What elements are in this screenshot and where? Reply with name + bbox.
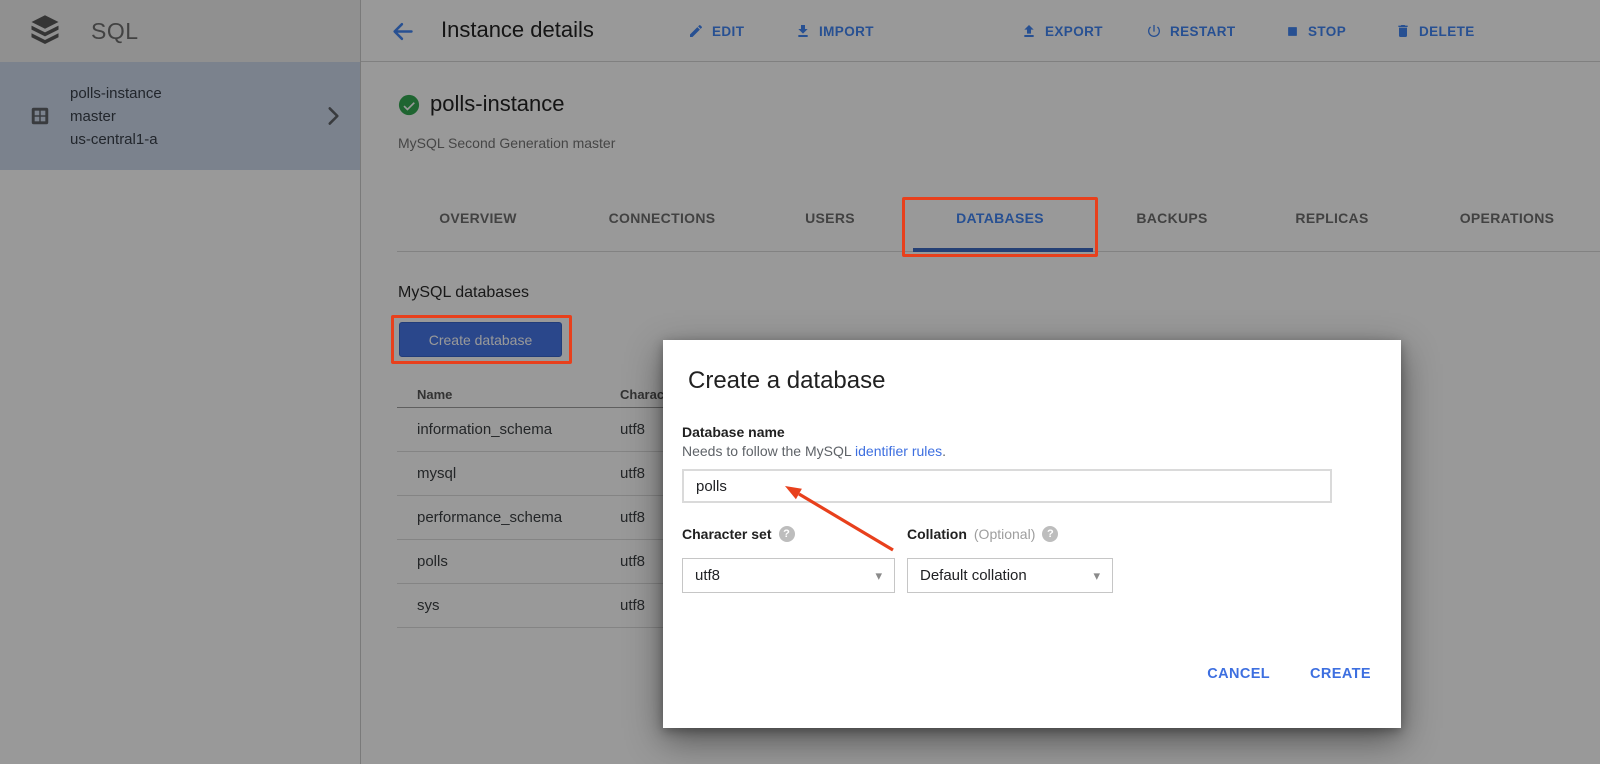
collation-help-icon[interactable]: ?: [1042, 526, 1058, 542]
dialog-actions: CANCEL CREATE: [1207, 666, 1371, 682]
annotation-arrow: [770, 478, 905, 560]
dropdown-arrow-icon: ▾: [875, 568, 882, 584]
database-name-label: Database name: [682, 424, 785, 440]
create-button[interactable]: CREATE: [1310, 666, 1371, 682]
dropdown-arrow-icon: ▾: [1093, 568, 1100, 584]
charset-select[interactable]: utf8 ▾: [682, 558, 895, 593]
identifier-rules-link[interactable]: identifier rules: [855, 443, 942, 459]
collation-optional-note: (Optional): [974, 526, 1035, 542]
cancel-button[interactable]: CANCEL: [1207, 666, 1270, 682]
collation-label: Collation: [907, 526, 967, 542]
annotation-box-create-database: [391, 315, 572, 364]
collation-label-row: Collation (Optional) ?: [907, 526, 1058, 542]
charset-select-value: utf8: [695, 567, 720, 584]
dialog-title: Create a database: [688, 367, 885, 395]
charset-label: Character set: [682, 526, 772, 542]
help-text-prefix: Needs to follow the MySQL: [682, 443, 855, 459]
help-text-suffix: .: [942, 443, 946, 459]
collation-select-value: Default collation: [920, 567, 1027, 584]
collation-select[interactable]: Default collation ▾: [907, 558, 1113, 593]
database-name-help: Needs to follow the MySQL identifier rul…: [682, 443, 946, 459]
annotation-box-databases-tab: [902, 197, 1098, 257]
